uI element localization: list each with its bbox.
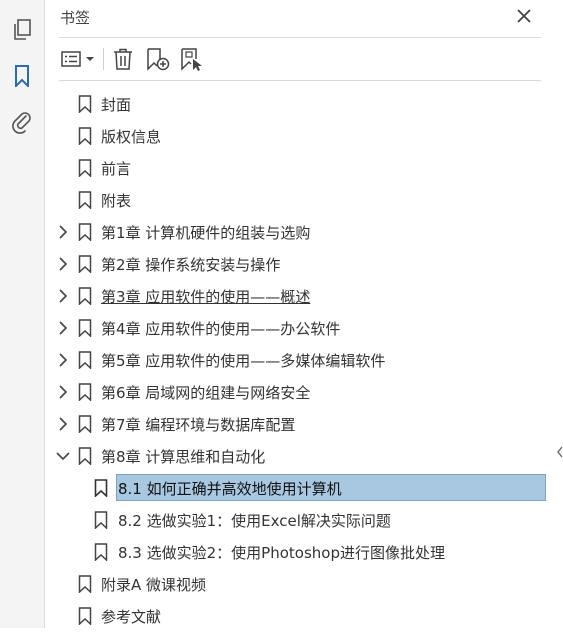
close-icon[interactable]: [513, 5, 535, 27]
bookmark-label: 第7章 编程环境与数据库配置: [101, 416, 296, 434]
bookmark-item[interactable]: 第8章 计算思维和自动化: [45, 440, 563, 472]
chevron-right-icon[interactable]: [56, 384, 70, 400]
bookmark-label: 封面: [101, 96, 132, 114]
new-bookmark-icon[interactable]: [145, 45, 171, 73]
bookmark-label: 第2章 操作系统安装与操作: [101, 256, 281, 274]
bookmark-label: 8.3 选做实验2：使用Photoshop进行图像批处理: [118, 544, 445, 562]
bookmark-icon: [78, 415, 92, 433]
bookmark-item[interactable]: 第5章 应用软件的使用——多媒体编辑软件: [45, 344, 563, 376]
bookmark-icon: [78, 351, 92, 369]
bookmark-item[interactable]: 8.2 选做实验1：使用Excel解决实际问题: [45, 504, 563, 536]
bookmark-item[interactable]: 第4章 应用软件的使用——办公软件: [45, 312, 563, 344]
panel-title: 书签: [60, 9, 91, 27]
bookmark-icon: [78, 287, 92, 305]
bookmark-label: 参考文献: [101, 608, 162, 626]
bookmark-item[interactable]: 前言: [45, 152, 563, 184]
bookmark-label: 附表: [101, 192, 132, 210]
bookmark-from-selection-icon[interactable]: [179, 45, 205, 73]
chevron-right-icon[interactable]: [56, 352, 70, 368]
bookmark-label: 第4章 应用软件的使用——办公软件: [101, 320, 341, 338]
bookmark-icon: [94, 511, 108, 529]
bookmark-label: 8.2 选做实验1：使用Excel解决实际问题: [118, 512, 391, 530]
bookmark-item[interactable]: 封面: [45, 88, 563, 120]
bookmark-item[interactable]: 第1章 计算机硬件的组装与选购: [45, 216, 563, 248]
bookmark-icon: [78, 223, 92, 241]
bookmark-label: 第8章 计算思维和自动化: [101, 448, 266, 466]
pages-icon[interactable]: [8, 16, 36, 44]
panel-resize-handle[interactable]: [557, 445, 563, 459]
bookmark-label: 附录A 微课视频: [101, 576, 207, 594]
bookmark-item[interactable]: 8.3 选做实验2：使用Photoshop进行图像批处理: [45, 536, 563, 568]
bookmark-item[interactable]: 附表: [45, 184, 563, 216]
bookmark-tree: 封面 版权信息 前言 附表 第1章 计算机硬件的组装与选购 第2章 操作系统安装…: [45, 88, 563, 632]
bookmark-icon: [78, 319, 92, 337]
chevron-right-icon[interactable]: [56, 416, 70, 432]
delete-icon[interactable]: [111, 45, 135, 73]
bookmark-item[interactable]: 第2章 操作系统安装与操作: [45, 248, 563, 280]
bookmark-icon: [78, 447, 92, 465]
bookmark-label: 版权信息: [101, 128, 162, 146]
toolbar-separator: [103, 48, 104, 70]
bookmark-icon: [78, 127, 92, 145]
bookmark-icon: [78, 383, 92, 401]
bookmark-item-selected[interactable]: 8.1 如何正确并高效地使用计算机: [45, 472, 563, 504]
bookmark-icon: [78, 255, 92, 273]
chevron-right-icon[interactable]: [56, 320, 70, 336]
bookmark-label: 第5章 应用软件的使用——多媒体编辑软件: [101, 352, 386, 370]
bookmark-item[interactable]: 第6章 局域网的组建与网络安全: [45, 376, 563, 408]
bookmark-item[interactable]: 第7章 编程环境与数据库配置: [45, 408, 563, 440]
bookmark-icon: [78, 159, 92, 177]
bookmark-icon: [94, 543, 108, 561]
bookmarks-panel: 书签 封面 版权信息 前言 附表 第1章 计算机硬件的组装与选购 第2章 操作系…: [45, 0, 563, 628]
bookmark-label: 第6章 局域网的组建与网络安全: [101, 384, 311, 402]
chevron-right-icon[interactable]: [56, 288, 70, 304]
bookmark-icon[interactable]: [8, 62, 36, 90]
bookmark-label: 8.1 如何正确并高效地使用计算机: [118, 480, 342, 498]
bookmark-item[interactable]: 第3章 应用软件的使用——概述: [45, 280, 563, 312]
chevron-right-icon[interactable]: [56, 256, 70, 272]
bookmark-icon: [78, 575, 92, 593]
bookmark-label: 前言: [101, 160, 132, 178]
attachment-icon[interactable]: [8, 108, 36, 136]
bookmark-icon: [94, 479, 108, 497]
bookmark-label: 第3章 应用软件的使用——概述: [101, 288, 311, 306]
bookmark-icon: [78, 95, 92, 113]
options-menu-icon[interactable]: [59, 45, 97, 73]
bookmark-label: 第1章 计算机硬件的组装与选购: [101, 224, 311, 242]
navigation-rail: [0, 0, 45, 628]
chevron-right-icon[interactable]: [56, 224, 70, 240]
bookmark-icon: [78, 191, 92, 209]
bookmark-icon: [78, 607, 92, 625]
bookmark-item[interactable]: 附录A 微课视频: [45, 568, 563, 600]
toolbar-divider: [59, 80, 541, 81]
bookmark-item[interactable]: 参考文献: [45, 600, 563, 632]
header-divider: [59, 37, 541, 38]
bookmark-item[interactable]: 版权信息: [45, 120, 563, 152]
chevron-down-icon[interactable]: [56, 448, 70, 464]
